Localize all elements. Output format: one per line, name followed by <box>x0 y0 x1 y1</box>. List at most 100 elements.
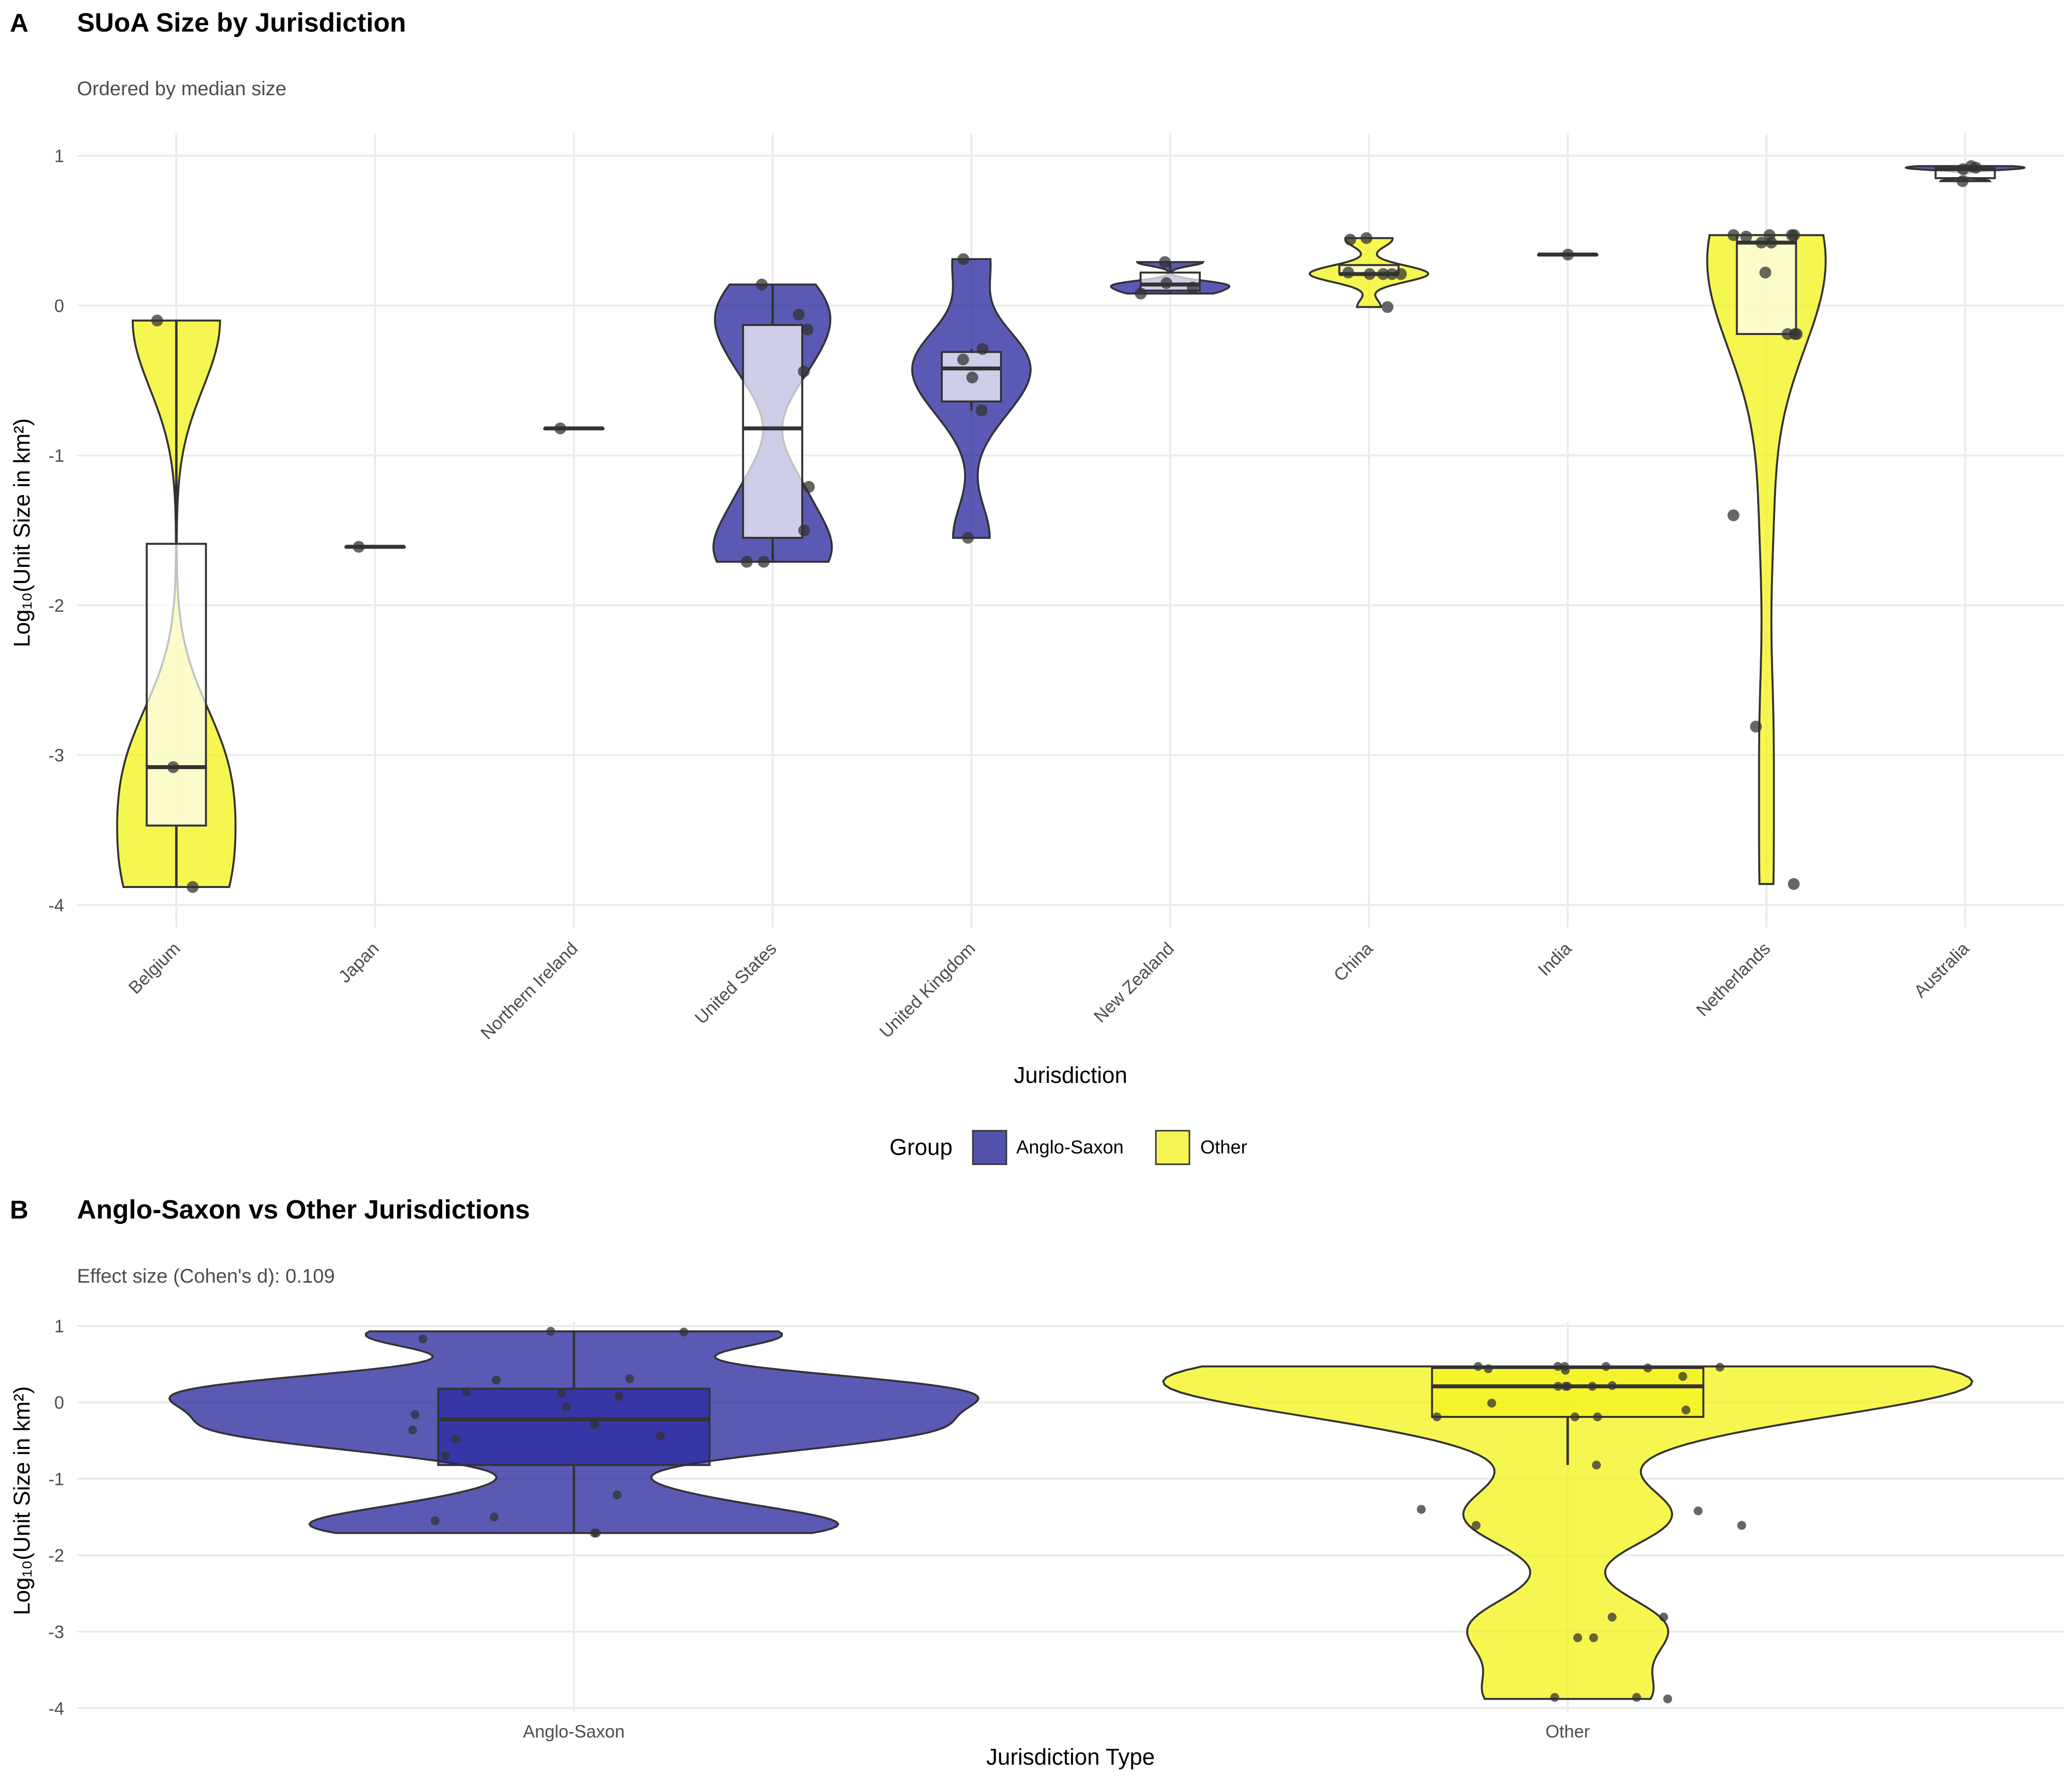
panel-b-point-anglo-saxon <box>489 1513 499 1521</box>
panel-a-point-netherlands <box>1788 878 1800 890</box>
panel-a-point-new-zealand <box>1186 281 1199 294</box>
panel-a-box-united-states <box>742 324 804 539</box>
panel-a-y-tick-label: -1 <box>48 445 64 466</box>
panel-a-point-united-states <box>756 278 768 291</box>
legend-title: Group <box>889 1134 953 1160</box>
panel-a-x-tick-india: India <box>1534 938 1576 980</box>
panel-b-x-axis-title: Jurisdiction Type <box>986 1744 1155 1770</box>
panel-a-point-united-kingdom <box>962 532 974 544</box>
panel-a-point-australia <box>1969 161 1982 174</box>
panel-b-y-tick-label: -3 <box>48 1622 64 1642</box>
panel-b-point-other <box>1601 1362 1611 1371</box>
panel-b-y-tick-label: 0 <box>54 1393 64 1413</box>
panel-b-y-tick-label: 1 <box>54 1316 64 1336</box>
panel-a-x-tick-belgium: Belgium <box>124 938 184 998</box>
panel-b-point-anglo-saxon <box>418 1334 428 1344</box>
panel-a-point-united-states <box>803 481 815 493</box>
panel-a-point-united-states <box>758 555 770 568</box>
panel-a-point-china <box>1342 266 1354 279</box>
panel-b-point-anglo-saxon <box>625 1374 634 1383</box>
panel-b-point-other <box>1589 1633 1598 1642</box>
panel-b-point-other <box>1593 1412 1602 1422</box>
panel-a-x-tick-australia: Australia <box>1910 938 1973 1001</box>
panel-a-point-united-kingdom <box>976 343 989 355</box>
panel-b-point-other <box>1573 1633 1582 1642</box>
panel-b-point-anglo-saxon <box>612 1490 622 1500</box>
panel-b-point-anglo-saxon <box>431 1516 440 1525</box>
panel-a-point-australia <box>1957 175 1969 187</box>
panel-b-point-other <box>1592 1460 1601 1470</box>
panel-b-x-tick-other: Other <box>1546 1721 1590 1741</box>
panel-a-point-united-kingdom <box>975 405 988 416</box>
panel-a-point-japan <box>353 541 365 553</box>
panel-a-point-netherlands <box>1727 509 1739 521</box>
panel-a-point-china <box>1344 233 1356 246</box>
panel-a-x-axis-title: Jurisdiction <box>1014 1062 1127 1088</box>
panel-a-point-new-zealand <box>1159 256 1171 268</box>
panel-a-point-china <box>1386 268 1398 280</box>
panel-b-letter: B <box>10 1196 29 1224</box>
panel-b-point-anglo-saxon <box>491 1375 501 1385</box>
panel-b-point-anglo-saxon <box>590 1420 599 1429</box>
panel-b-point-other <box>1678 1372 1687 1381</box>
panel-a-x-tick-united-states: United States <box>691 938 780 1028</box>
panel-b-point-anglo-saxon <box>561 1402 571 1411</box>
panel-b-y-tick-label: -4 <box>48 1698 64 1718</box>
panel-b-point-anglo-saxon <box>441 1451 450 1461</box>
panel-a-x-ticks: Belgium Japan Northern Ireland United State… <box>124 938 1973 1043</box>
panel-b-box-other <box>1431 1367 1704 1418</box>
panel-a-y-tick-label: -2 <box>48 595 64 616</box>
panel-b-point-other <box>1487 1399 1496 1408</box>
panel-a-point-united-kingdom <box>957 353 969 366</box>
panel-a-y-axis-title: Log₁₀(Unit Size in km²) <box>9 418 35 647</box>
panel-a-title: SUoA Size by Jurisdiction <box>77 8 406 37</box>
panel-a-y-tick-label: 1 <box>54 146 64 166</box>
panel-b-point-anglo-saxon <box>656 1431 665 1441</box>
panel-b-point-other <box>1663 1694 1672 1703</box>
panel-a-y-tick-label: 0 <box>54 296 64 316</box>
panel-b-point-other <box>1737 1521 1746 1530</box>
panel-a-point-netherlands <box>1740 230 1752 243</box>
panel-a-point-belgium <box>151 314 163 327</box>
panel-a-y-ticks: 1 0 -1 -2 -3 -4 <box>48 146 64 916</box>
panel-b-point-anglo-saxon <box>408 1425 417 1435</box>
panel-a-point-china <box>1360 232 1372 244</box>
panel-b-point-anglo-saxon <box>679 1328 689 1337</box>
panel-b-box-anglo-saxon <box>437 1387 711 1466</box>
panel-b-point-other <box>1483 1364 1493 1373</box>
panel-a-point-netherlands <box>1781 328 1794 340</box>
panel-a: A SUoA Size by Jurisdiction Ordered by m… <box>9 8 2065 1088</box>
panel-b-point-other <box>1561 1366 1570 1375</box>
panel-a-point-united-kingdom <box>957 253 969 265</box>
panel-b-point-other <box>1417 1505 1426 1514</box>
panel-b-y-ticks: 1 0 -1 -2 -3 -4 <box>48 1316 64 1719</box>
panel-b-point-anglo-saxon <box>557 1389 566 1398</box>
panel-b-point-other <box>1608 1381 1617 1390</box>
panel-a-point-northern-ireland <box>554 422 566 435</box>
panel-b-point-other <box>1694 1506 1703 1516</box>
panel-b-point-other <box>1474 1362 1483 1371</box>
panel-a-y-tick-label: -3 <box>48 745 64 766</box>
panel-b-point-other <box>1715 1363 1725 1372</box>
legend-swatch-other <box>1155 1130 1190 1165</box>
panel-b-point-other <box>1632 1693 1641 1702</box>
panel-b-point-anglo-saxon <box>614 1392 624 1401</box>
panel-b-point-other <box>1432 1412 1442 1422</box>
panel-a-point-netherlands <box>1788 229 1800 241</box>
panel-a-x-tick-new-zealand: New Zealand <box>1090 938 1178 1027</box>
panel-a-point-belgium <box>167 761 180 773</box>
panel-b-point-anglo-saxon <box>592 1528 601 1538</box>
panel-a-point-china <box>1381 301 1394 313</box>
panel-a-point-new-zealand <box>1135 288 1147 299</box>
panel-a-x-tick-northern-ireland: Northern Ireland <box>477 938 582 1043</box>
panel-a-point-india <box>1562 249 1574 261</box>
panel-a-point-united-states <box>793 308 805 321</box>
panel-a-x-tick-netherlands: Netherlands <box>1692 938 1774 1020</box>
panel-b-subtitle: Effect size (Cohen's d): 0.109 <box>77 1265 335 1287</box>
panel-a-point-united-states <box>798 524 810 536</box>
panel-b-point-other <box>1607 1612 1617 1622</box>
panel-b-point-anglo-saxon <box>451 1435 460 1443</box>
panel-b-point-other <box>1561 1382 1570 1391</box>
panel-b-point-anglo-saxon <box>462 1387 471 1396</box>
panel-b-point-other <box>1550 1693 1559 1702</box>
